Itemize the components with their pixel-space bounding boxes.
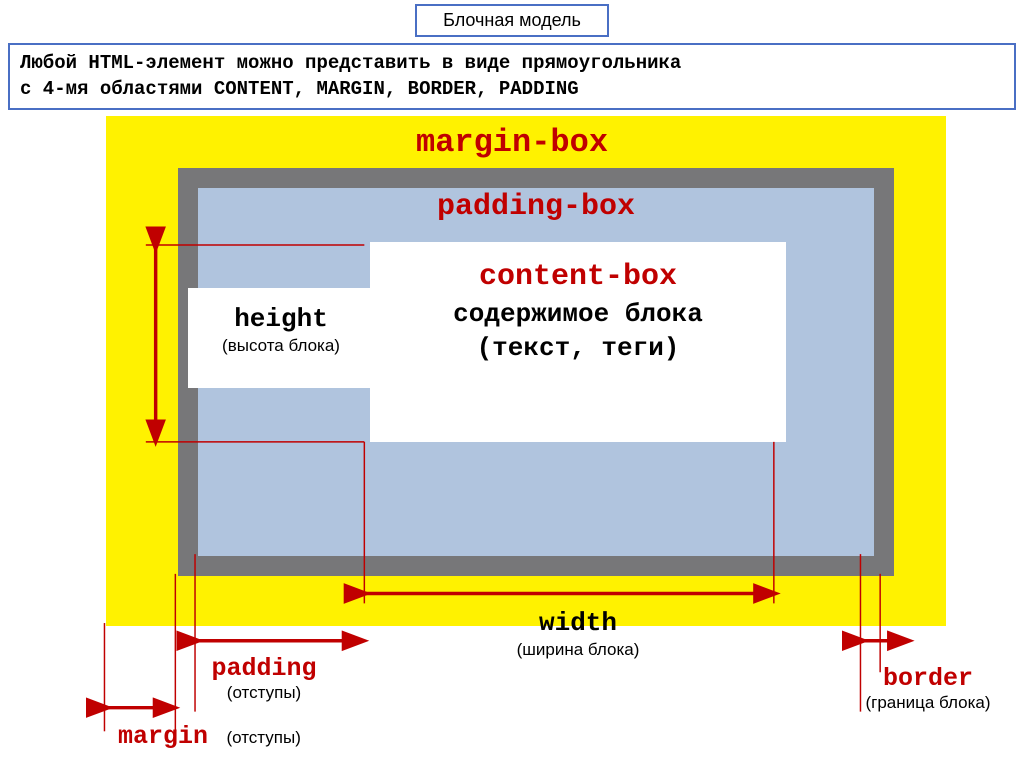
content-sub-2: (текст, теги) (477, 333, 680, 363)
width-sub: (ширина блока) (318, 640, 838, 660)
width-main: width (318, 608, 838, 638)
box-model-diagram: margin-box padding-box content-box содер… (8, 116, 1016, 756)
description-line1: Любой HTML-элемент можно представить в в… (20, 52, 681, 74)
height-label: height (высота блока) (188, 288, 374, 388)
height-main: height (188, 304, 374, 334)
margin-callout: margin (отступы) (118, 722, 301, 751)
slide-title: Блочная модель (415, 4, 609, 37)
margin-box-label: margin-box (8, 124, 1016, 161)
border-main: border (848, 664, 1008, 693)
padding-box-label: padding-box (198, 190, 874, 224)
border-sub: (граница блока) (848, 693, 1008, 713)
width-label: width (ширина блока) (318, 608, 838, 660)
border-callout: border (граница блока) (848, 664, 1008, 713)
description-box: Любой HTML-элемент можно представить в в… (8, 43, 1016, 110)
padding-callout: padding (отступы) (184, 654, 344, 703)
content-box-label: content-box (370, 260, 786, 294)
margin-sub: (отступы) (226, 728, 300, 747)
description-line2: с 4-мя областями CONTENT, MARGIN, BORDER… (20, 78, 579, 100)
height-sub: (высота блока) (188, 336, 374, 356)
margin-main: margin (118, 722, 208, 751)
padding-main: padding (184, 654, 344, 683)
padding-sub: (отступы) (184, 683, 344, 703)
content-sub-1: содержимое блока (453, 299, 703, 329)
content-area: content-box содержимое блока (текст, тег… (370, 242, 786, 442)
